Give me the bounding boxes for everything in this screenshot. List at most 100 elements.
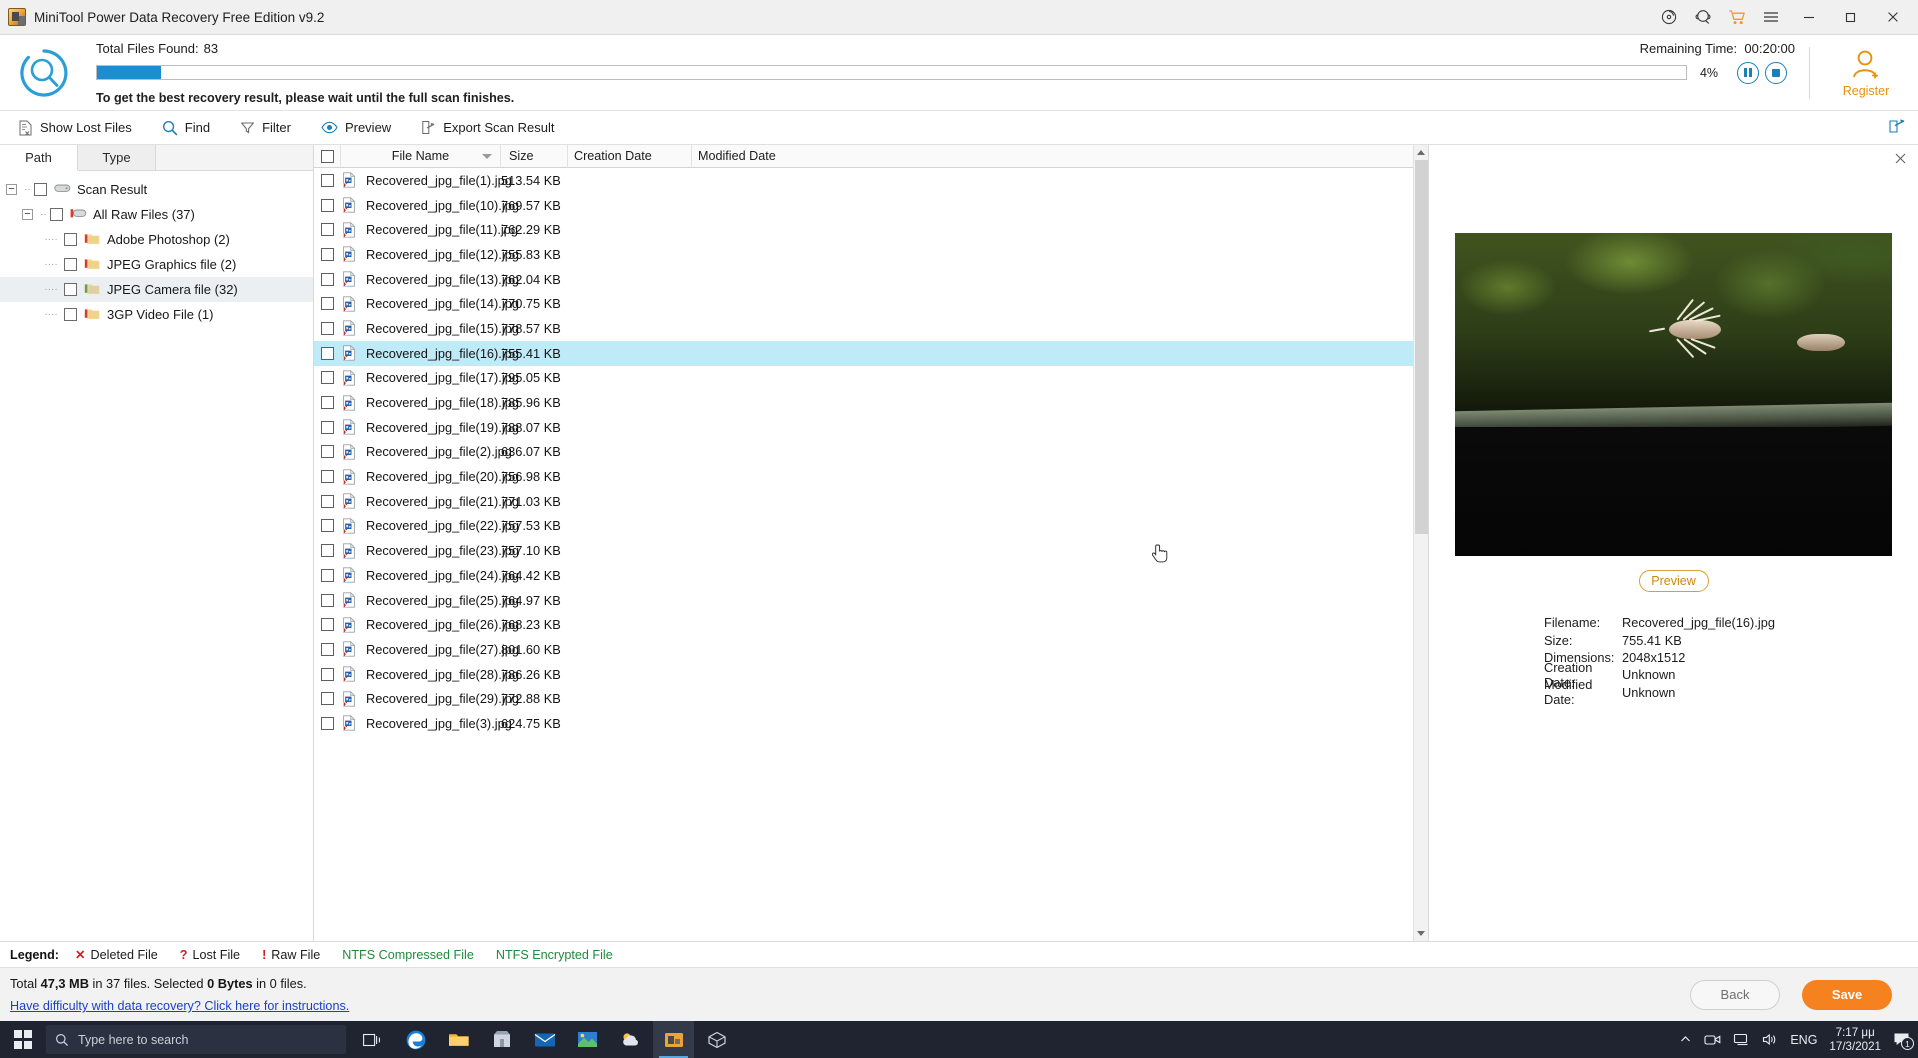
preview-button[interactable]: Preview	[317, 113, 403, 143]
select-all-checkbox[interactable]	[314, 145, 341, 168]
row-checkbox[interactable]	[314, 717, 341, 730]
tree-item-checkbox[interactable]	[64, 233, 77, 246]
table-row[interactable]: Recovered_jpg_file(25).jpg764.97 KB	[314, 588, 1428, 613]
row-checkbox[interactable]	[314, 174, 341, 187]
stop-scan-button[interactable]	[1765, 62, 1787, 84]
scroll-down-arrow[interactable]	[1414, 926, 1429, 941]
taskbar-mail-icon[interactable]	[524, 1021, 565, 1058]
row-checkbox[interactable]	[314, 643, 341, 656]
tray-chevron-up-icon[interactable]	[1679, 1033, 1692, 1046]
table-row[interactable]: Recovered_jpg_file(22).jpg757.53 KB	[314, 514, 1428, 539]
row-checkbox[interactable]	[314, 396, 341, 409]
scrollbar-track[interactable]	[1414, 160, 1429, 926]
scrollbar-thumb[interactable]	[1415, 160, 1428, 534]
tray-clock[interactable]: 7:17 μμ 17/3/2021	[1829, 1026, 1881, 1054]
row-checkbox[interactable]	[314, 322, 341, 335]
row-checkbox[interactable]	[314, 618, 341, 631]
find-button[interactable]: Find	[158, 113, 222, 143]
row-checkbox[interactable]	[314, 544, 341, 557]
row-checkbox[interactable]	[314, 421, 341, 434]
taskbar-store-icon[interactable]	[481, 1021, 522, 1058]
tree-item-scan-result[interactable]: −··Scan Result	[0, 177, 313, 202]
table-row[interactable]: Recovered_jpg_file(3).jpg624.75 KB	[314, 711, 1428, 736]
export-scan-result-button[interactable]: Export Scan Result	[417, 113, 566, 143]
preview-open-button[interactable]: Preview	[1639, 570, 1709, 592]
tree-item-checkbox[interactable]	[34, 183, 47, 196]
row-checkbox[interactable]	[314, 692, 341, 705]
taskbar-file-explorer-icon[interactable]	[438, 1021, 479, 1058]
task-view-icon[interactable]	[352, 1021, 393, 1058]
table-row[interactable]: Recovered_jpg_file(2).jpg636.07 KB	[314, 440, 1428, 465]
table-row[interactable]: Recovered_jpg_file(27).jpg801.60 KB	[314, 637, 1428, 662]
column-header-file-name[interactable]: File Name	[341, 145, 501, 168]
taskbar-edge-icon[interactable]	[395, 1021, 436, 1058]
column-header-modified-date[interactable]: Modified Date	[692, 145, 1428, 168]
taskbar-3d-builder-icon[interactable]	[696, 1021, 737, 1058]
row-checkbox[interactable]	[314, 470, 341, 483]
tree-item-checkbox[interactable]	[64, 258, 77, 271]
table-row[interactable]: Recovered_jpg_file(10).jpg769.57 KB	[314, 193, 1428, 218]
disc-icon[interactable]	[1652, 1, 1686, 33]
filter-button[interactable]: Filter	[236, 113, 303, 143]
row-checkbox[interactable]	[314, 199, 341, 212]
tree-item-jpeg-graphics-file-2[interactable]: ····JPEG Graphics file (2)	[0, 252, 313, 277]
table-row[interactable]: Recovered_jpg_file(16).jpg755.41 KB	[314, 341, 1428, 366]
tray-language[interactable]: ENG	[1790, 1033, 1817, 1047]
register-button[interactable]: Register	[1826, 48, 1906, 98]
tree-item-3gp-video-file-1[interactable]: ····3GP Video File (1)	[0, 302, 313, 327]
table-row[interactable]: Recovered_jpg_file(26).jpg768.23 KB	[314, 612, 1428, 637]
maximize-restore-button[interactable]	[1830, 0, 1872, 34]
notification-center-icon[interactable]: 1	[1893, 1032, 1910, 1047]
help-link[interactable]: Have difficulty with data recovery? Clic…	[10, 999, 1690, 1013]
minimize-button[interactable]	[1788, 0, 1830, 34]
tray-camera-icon[interactable]	[1704, 1033, 1721, 1046]
row-checkbox[interactable]	[314, 594, 341, 607]
file-list-scrollbar[interactable]	[1413, 145, 1428, 941]
table-row[interactable]: Recovered_jpg_file(12).jpg755.83 KB	[314, 242, 1428, 267]
tree-item-adobe-photoshop-2[interactable]: ····Adobe Photoshop (2)	[0, 227, 313, 252]
table-row[interactable]: Recovered_jpg_file(15).jpg778.57 KB	[314, 316, 1428, 341]
tree-item-checkbox[interactable]	[64, 283, 77, 296]
row-checkbox[interactable]	[314, 297, 341, 310]
tray-network-icon[interactable]	[1733, 1033, 1750, 1046]
start-button[interactable]	[0, 1030, 46, 1049]
taskbar-weather-icon[interactable]	[610, 1021, 651, 1058]
close-button[interactable]	[1872, 0, 1914, 34]
row-checkbox[interactable]	[314, 347, 341, 360]
table-row[interactable]: Recovered_jpg_file(21).jpg771.03 KB	[314, 489, 1428, 514]
table-row[interactable]: Recovered_jpg_file(24).jpg764.42 KB	[314, 563, 1428, 588]
table-row[interactable]: Recovered_jpg_file(18).jpg785.96 KB	[314, 390, 1428, 415]
table-row[interactable]: Recovered_jpg_file(19).jpg788.07 KB	[314, 415, 1428, 440]
column-header-size[interactable]: Size	[501, 145, 568, 168]
pause-scan-button[interactable]	[1737, 62, 1759, 84]
taskbar-search-box[interactable]: Type here to search	[46, 1025, 346, 1054]
table-row[interactable]: Recovered_jpg_file(29).jpg772.88 KB	[314, 686, 1428, 711]
table-row[interactable]: Recovered_jpg_file(1).jpg513.54 KB	[314, 168, 1428, 193]
show-lost-files-button[interactable]: Show Lost Files	[14, 113, 144, 143]
row-checkbox[interactable]	[314, 495, 341, 508]
row-checkbox[interactable]	[314, 569, 341, 582]
table-row[interactable]: Recovered_jpg_file(14).jpg770.75 KB	[314, 291, 1428, 316]
tree-item-checkbox[interactable]	[50, 208, 63, 221]
row-checkbox[interactable]	[314, 248, 341, 261]
tree-expander-icon[interactable]: −	[6, 184, 17, 195]
row-checkbox[interactable]	[314, 668, 341, 681]
table-row[interactable]: Recovered_jpg_file(17).jpg795.05 KB	[314, 366, 1428, 391]
table-row[interactable]: Recovered_jpg_file(28).jpg786.26 KB	[314, 662, 1428, 687]
taskbar-minitool-icon[interactable]	[653, 1021, 694, 1058]
support-headset-icon[interactable]	[1686, 1, 1720, 33]
table-row[interactable]: Recovered_jpg_file(23).jpg757.10 KB	[314, 538, 1428, 563]
row-checkbox[interactable]	[314, 445, 341, 458]
menu-icon[interactable]	[1754, 1, 1788, 33]
scroll-up-arrow[interactable]	[1414, 145, 1429, 160]
row-checkbox[interactable]	[314, 223, 341, 236]
column-header-creation-date[interactable]: Creation Date	[568, 145, 692, 168]
tree-item-jpeg-camera-file-32[interactable]: ····JPEG Camera file (32)	[0, 277, 313, 302]
tray-volume-icon[interactable]	[1762, 1033, 1778, 1046]
back-button[interactable]: Back	[1690, 980, 1780, 1010]
save-button[interactable]: Save	[1802, 980, 1892, 1010]
close-preview-icon[interactable]	[1892, 153, 1908, 169]
share-icon[interactable]	[1888, 117, 1906, 138]
tree-item-checkbox[interactable]	[64, 308, 77, 321]
taskbar-photos-icon[interactable]	[567, 1021, 608, 1058]
